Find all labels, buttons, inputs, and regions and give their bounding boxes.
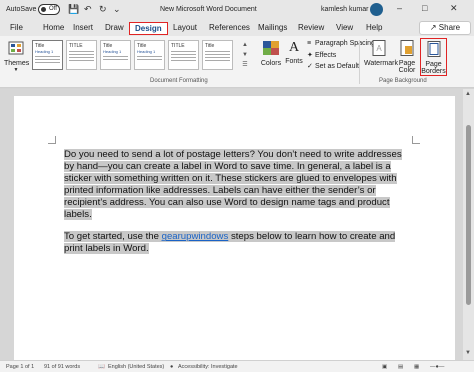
tab-draw[interactable]: Draw [103,22,126,35]
focus-icon[interactable]: ▣ [382,364,387,370]
close-icon[interactable]: ✕ [450,3,458,14]
colors-icon [263,41,279,55]
chevron-down-icon: ▼ [13,67,19,73]
style-heading-sample: Heading 1 [35,49,54,54]
avatar[interactable] [370,3,383,16]
paragraph-2-text: To get started, use the [64,231,162,243]
status-bar: Page 1 of 1 91 of 91 words 📖 English (Un… [0,360,474,372]
watermark-button[interactable]: A Watermark [364,40,398,67]
page-color-button[interactable]: Page Color [396,40,418,74]
themes-icon [8,41,24,55]
document-body[interactable]: Do you need to send a lot of postage let… [64,149,404,266]
page-borders-label-1: Page [425,61,442,68]
group-document-formatting: Document Formatting [150,78,208,84]
page-borders-button[interactable]: Page Borders [420,38,447,76]
style-set-4[interactable]: Title Heading 1 [134,40,165,70]
group-page-background: Page Background [379,78,427,84]
page-count[interactable]: Page 1 of 1 [6,364,34,370]
style-title-sample: TITLE [171,43,185,49]
style-title-sample: Title [205,43,215,49]
accessibility-status[interactable]: Accessibility: Investigate [178,364,238,370]
margin-marker [412,136,420,144]
undo-icon[interactable]: ↶ [84,4,92,15]
paragraph-2[interactable]: To get started, use the gearupwindows st… [64,231,396,255]
zoom-slider[interactable]: —●— [430,364,444,370]
read-mode-icon[interactable]: ▤ [398,364,403,370]
page-borders-label-2: Borders [421,68,446,75]
ribbon: Themes ▼ Title Heading 1 TITLE Title Hea… [0,36,474,88]
autosave-label: AutoSave [6,6,37,13]
document-title: New Microsoft Word Document [160,6,257,13]
margin-marker [48,136,56,144]
tab-help[interactable]: Help [364,22,384,35]
watermark-label: Watermark [364,60,398,67]
title-bar: AutoSave Off 💾 ↶ ↻ ⌄ New Microsoft Word … [0,0,474,20]
style-set-3[interactable]: Title Heading 1 [100,40,131,70]
tab-design[interactable]: Design [129,22,168,35]
fonts-icon: A [288,40,300,55]
effects-button[interactable]: ✦ Effects [307,51,336,59]
print-layout-icon[interactable]: ▦ [414,364,419,370]
style-title-sample: TITLE [69,43,83,49]
scroll-down-icon[interactable]: ▼ [465,350,471,356]
page-borders-icon [427,41,440,57]
save-icon[interactable]: 💾 [68,4,79,15]
tab-home[interactable]: Home [41,22,66,35]
themes-label: Themes [4,60,30,67]
style-set-6[interactable]: Title [202,40,233,70]
accessibility-icon: ● [170,364,174,370]
tab-mailings[interactable]: Mailings [256,22,289,35]
tab-view[interactable]: View [334,22,355,35]
customize-qat-icon[interactable]: ⌄ [113,4,121,15]
colors-label: Colors [260,60,282,67]
maximize-icon[interactable]: □ [422,3,427,13]
style-set-1[interactable]: Title Heading 1 [32,40,63,70]
set-as-default-label: Set as Default [315,63,359,70]
style-heading-sample: Heading 1 [137,49,156,54]
tab-insert[interactable]: Insert [71,22,95,35]
ribbon-divider [359,40,360,84]
tab-file[interactable]: File [8,22,25,35]
scrollbar-thumb[interactable] [466,125,471,305]
tab-references[interactable]: References [207,22,252,35]
vertical-scrollbar[interactable]: ▲ ▼ [463,89,474,360]
share-button[interactable]: ↗ Share [419,21,471,35]
page-color-label-2: Color [398,67,416,74]
paragraph-1[interactable]: Do you need to send a lot of postage let… [64,149,402,220]
svg-text:A: A [376,44,382,53]
minimize-icon[interactable]: – [397,3,402,13]
gearupwindows-link[interactable]: gearupwindows [162,231,229,242]
ribbon-tabs: File Home Insert Draw Design Layout Refe… [0,20,474,36]
page-color-icon [400,40,414,56]
redo-icon[interactable]: ↻ [99,4,107,15]
set-as-default-button[interactable]: ✓ Set as Default [307,62,359,70]
style-set-2[interactable]: TITLE [66,40,97,70]
share-label: Share [438,23,461,32]
proofing-icon[interactable]: 📖 [98,364,105,370]
effects-icon: ✦ [307,52,313,59]
language[interactable]: English (United States) [108,364,164,370]
watermark-icon: A [372,40,386,56]
tab-review[interactable]: Review [296,22,326,35]
gallery-scroll[interactable]: ▲ ▼ ☰ [236,40,254,70]
user-name[interactable]: kamlesh kumar [321,6,368,13]
style-set-5[interactable]: TITLE [168,40,199,70]
fonts-button[interactable]: A Fonts [283,40,305,65]
themes-button[interactable]: Themes ▼ [4,40,30,73]
checkmark-icon: ✓ [307,63,313,70]
autosave-toggle[interactable]: Off [38,4,60,15]
word-count[interactable]: 91 of 91 words [44,364,80,370]
fonts-label: Fonts [285,58,303,65]
page-color-label-1: Page [398,60,416,67]
tab-layout[interactable]: Layout [171,22,199,35]
scroll-up-icon[interactable]: ▲ [465,91,471,97]
style-heading-sample: Heading 1 [103,49,122,54]
paragraph-spacing-icon: ≡ [307,40,312,47]
colors-button[interactable]: Colors [259,40,283,67]
effects-label: Effects [315,52,337,59]
